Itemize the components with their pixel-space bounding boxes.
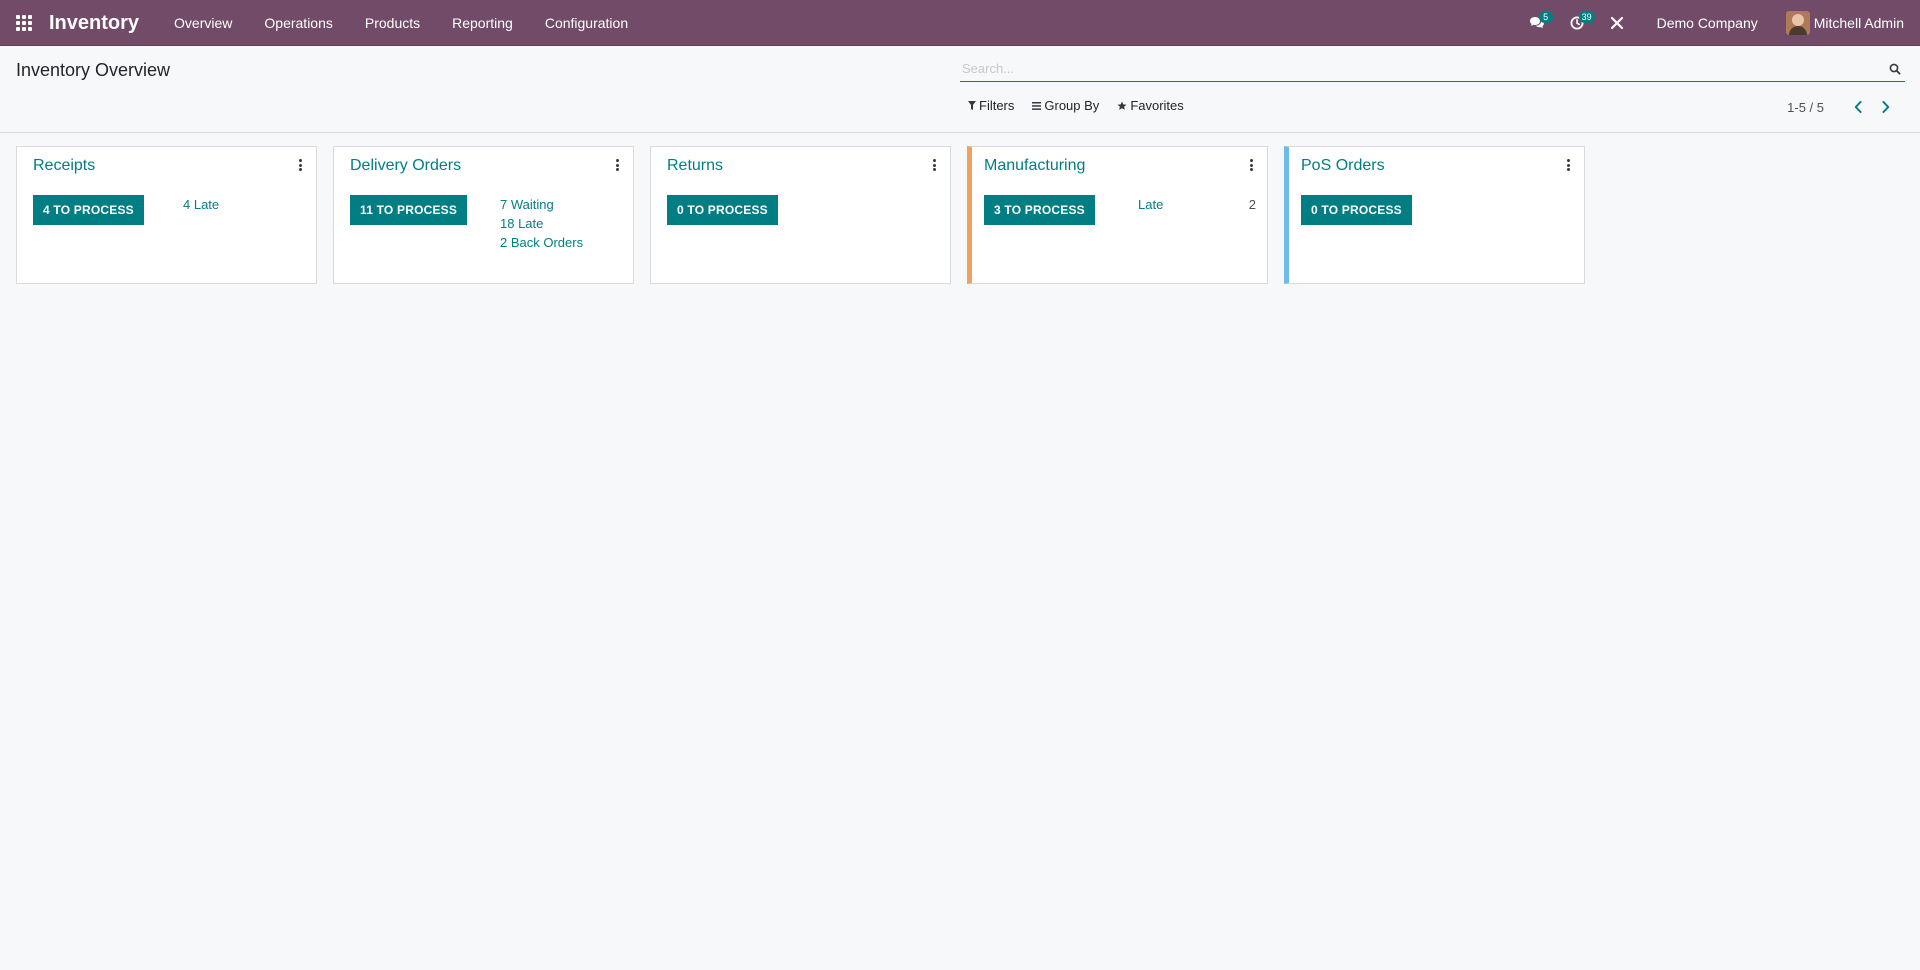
chevron-right-icon [1882, 101, 1890, 113]
menu-configuration[interactable]: Configuration [529, 0, 644, 46]
filters-label: Filters [979, 98, 1015, 113]
kebab-menu-icon[interactable] [928, 157, 940, 173]
filters-button[interactable]: Filters [968, 98, 1014, 113]
kanban-view: Receipts 4 TO PROCESS 4 Late Delivery Or… [16, 146, 1601, 284]
stat-late-link[interactable]: 18 Late [500, 214, 583, 233]
menu-operations[interactable]: Operations [248, 0, 348, 46]
app-brand[interactable]: Inventory [48, 0, 158, 46]
to-process-button[interactable]: 4 TO PROCESS [33, 195, 144, 225]
activities-button[interactable]: 39 [1557, 0, 1597, 46]
kanban-card-delivery-orders: Delivery Orders 11 TO PROCESS 7 Waiting … [333, 146, 634, 284]
card-stats: 4 Late [183, 195, 219, 214]
page-title: Inventory Overview [16, 60, 171, 80]
stat-late-row[interactable]: Late 2 [1138, 195, 1256, 214]
search-bar [960, 56, 1905, 82]
control-panel: Inventory Overview Filters Group By [0, 46, 1920, 133]
search-options: Filters Group By Favorites [968, 98, 1202, 113]
stat-late-count: 2 [1248, 197, 1256, 212]
kebab-menu-icon[interactable] [611, 157, 623, 173]
pager-value[interactable]: 1-5 / 5 [1787, 100, 1824, 115]
favorites-label: Favorites [1130, 98, 1184, 113]
pager: 1-5 / 5 [1787, 98, 1900, 116]
stat-late-link[interactable]: 4 Late [183, 195, 219, 214]
menu-overview[interactable]: Overview [158, 0, 248, 46]
filter-icon [968, 101, 976, 110]
menu-products[interactable]: Products [349, 0, 436, 46]
kanban-card-returns: Returns 0 TO PROCESS [650, 146, 951, 284]
tools-icon [1610, 16, 1623, 30]
bars-icon [1032, 101, 1042, 110]
group-by-button[interactable]: Group By [1032, 98, 1099, 113]
to-process-button[interactable]: 11 TO PROCESS [350, 195, 468, 225]
search-input[interactable] [960, 56, 1885, 81]
card-title[interactable]: Manufacturing [984, 157, 1085, 175]
kanban-card-manufacturing: Manufacturing 3 TO PROCESS Late 2 [967, 146, 1268, 284]
apps-menu-button[interactable] [0, 0, 48, 46]
user-menu[interactable]: Mitchell Admin [1785, 11, 1920, 35]
to-process-button[interactable]: 0 TO PROCESS [1301, 195, 1412, 225]
kanban-card-pos-orders: PoS Orders 0 TO PROCESS [1284, 146, 1585, 284]
star-icon [1117, 101, 1127, 110]
company-switcher[interactable]: Demo Company [1637, 0, 1786, 46]
kebab-menu-icon[interactable] [1562, 157, 1574, 173]
messages-badge: 5 [1538, 11, 1553, 23]
group-by-label: Group By [1044, 98, 1100, 113]
card-stats: 7 Waiting 18 Late 2 Back Orders [500, 195, 583, 252]
top-navbar: Inventory Overview Operations Products R… [0, 0, 1920, 46]
to-process-button[interactable]: 3 TO PROCESS [984, 195, 1095, 225]
user-name: Mitchell Admin [1813, 15, 1904, 31]
debug-tools-button[interactable] [1597, 0, 1637, 46]
card-title[interactable]: PoS Orders [1301, 157, 1385, 175]
card-title[interactable]: Receipts [33, 157, 95, 175]
chevron-left-icon [1854, 101, 1862, 113]
pager-next-button[interactable] [1872, 98, 1900, 116]
pager-previous-button[interactable] [1844, 98, 1872, 116]
apps-grid-icon [16, 14, 32, 31]
activities-badge: 39 [1578, 11, 1595, 23]
messages-button[interactable]: 5 [1517, 0, 1557, 46]
kebab-menu-icon[interactable] [294, 157, 306, 173]
kebab-menu-icon[interactable] [1245, 157, 1257, 173]
search-icon[interactable] [1885, 57, 1905, 81]
avatar [1785, 11, 1810, 35]
card-title[interactable]: Returns [667, 157, 723, 175]
card-title[interactable]: Delivery Orders [350, 157, 461, 175]
stat-waiting-link[interactable]: 7 Waiting [500, 195, 583, 214]
main-menu: Overview Operations Products Reporting C… [158, 0, 644, 46]
menu-reporting[interactable]: Reporting [436, 0, 529, 46]
stat-back-orders-link[interactable]: 2 Back Orders [500, 233, 583, 252]
stat-late-label: Late [1138, 197, 1164, 212]
systray: 5 39 Demo Company Mitchell Admin [1517, 0, 1920, 46]
to-process-button[interactable]: 0 TO PROCESS [667, 195, 778, 225]
favorites-button[interactable]: Favorites [1117, 98, 1184, 113]
kanban-card-receipts: Receipts 4 TO PROCESS 4 Late [16, 146, 317, 284]
